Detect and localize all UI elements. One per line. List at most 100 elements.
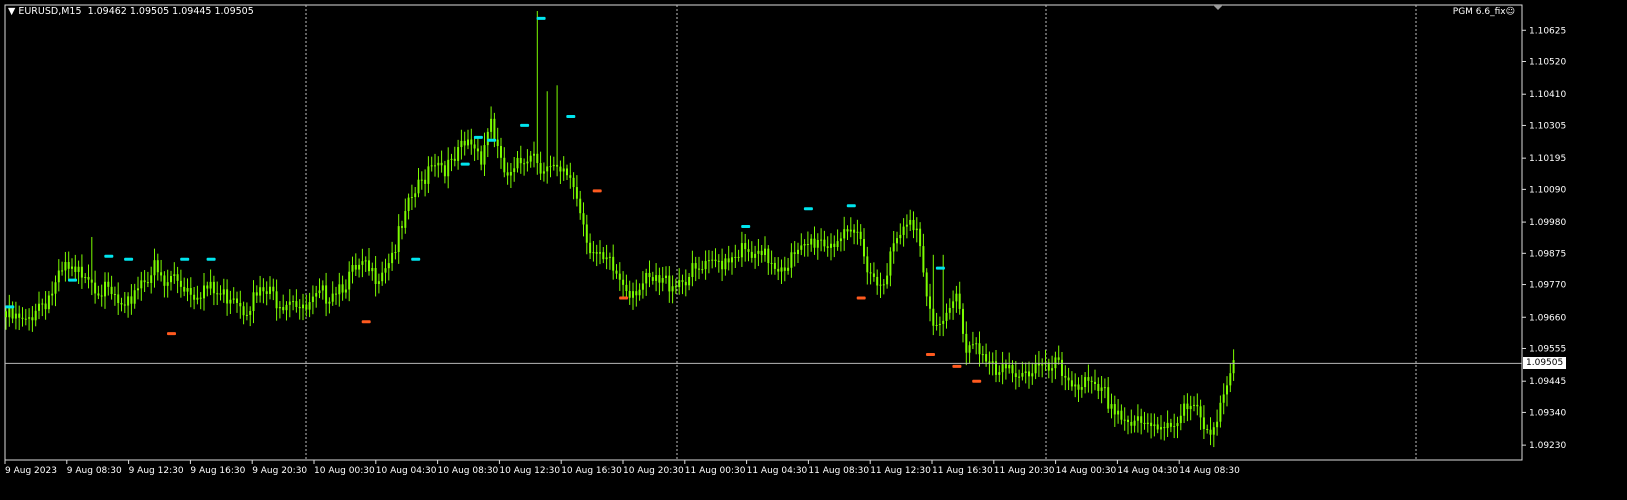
candle-body — [701, 269, 704, 271]
chart-shift-marker[interactable] — [1213, 5, 1223, 10]
candle-body — [34, 310, 37, 321]
candlestick-chart[interactable]: 1.10625 1.10520 1.10410 1.10305 1.10195 1.100… — [0, 0, 1627, 500]
candle-body — [826, 246, 829, 248]
candle-body — [150, 275, 153, 283]
candle-body — [694, 263, 697, 269]
candle-body — [513, 168, 516, 173]
candle-body — [509, 172, 512, 176]
candle-body — [302, 304, 304, 309]
candle-body — [628, 291, 631, 298]
candle-body — [14, 313, 17, 319]
y-axis-tick-label: 1.10520 — [1529, 58, 1566, 68]
candle-body — [866, 256, 869, 273]
candle-body — [1209, 429, 1212, 435]
candle-body — [262, 287, 265, 292]
candle-body — [724, 258, 727, 270]
candle-body — [1080, 387, 1083, 390]
candle-body — [813, 238, 816, 248]
candle-body — [203, 285, 205, 299]
candle-body — [773, 262, 776, 269]
candle-body — [592, 252, 595, 254]
candle-body — [473, 144, 476, 149]
candle-body — [255, 292, 258, 296]
candle-body — [21, 317, 24, 319]
candle-body — [909, 219, 912, 225]
candle-body — [100, 295, 103, 297]
candle-body — [226, 289, 229, 304]
candle-body — [872, 273, 875, 277]
candle-body — [463, 140, 466, 146]
candle-body — [783, 267, 786, 271]
y-axis-tick-label: 1.09445 — [1529, 377, 1566, 387]
swing-low-marker — [361, 320, 371, 324]
candle-body — [717, 260, 720, 262]
candle-body — [358, 264, 361, 270]
candle-body — [1070, 380, 1073, 387]
indicator-label: PGM 6.6_fix☺ — [1453, 7, 1515, 17]
x-axis-tick-label: 11 Aug 04:30 — [747, 466, 808, 476]
candle-body — [793, 252, 796, 255]
candle-body — [414, 193, 417, 198]
candle-body — [278, 307, 281, 309]
candle-body — [137, 288, 139, 291]
candle-body — [440, 162, 443, 166]
chart-window[interactable]: 1.10625 1.10520 1.10410 1.10305 1.10195 1.100… — [0, 0, 1627, 500]
candle-body — [117, 294, 120, 303]
candle-body — [371, 267, 374, 272]
candle-body — [915, 228, 918, 231]
swing-low-marker — [972, 379, 982, 383]
smiley-icon[interactable]: ☺ — [1506, 7, 1515, 17]
candle-body — [298, 307, 301, 309]
candle-body — [562, 168, 565, 172]
candle-body — [886, 275, 889, 285]
candle-body — [199, 297, 202, 299]
candle-body — [849, 229, 852, 232]
candle-body — [519, 157, 522, 164]
candle-body — [90, 279, 93, 283]
candle-body — [595, 252, 598, 254]
candle-body — [1133, 420, 1136, 426]
candle-body — [500, 145, 502, 158]
candle-body — [816, 239, 819, 248]
candle-body — [1169, 422, 1172, 427]
swing-low-marker — [926, 352, 935, 356]
candle-body — [787, 267, 790, 271]
candle-body — [401, 226, 403, 228]
candle-body — [107, 281, 110, 287]
candle-body — [526, 161, 529, 164]
candle-body — [133, 290, 136, 304]
swing-high-marker — [124, 257, 134, 261]
candle-body — [1123, 419, 1126, 421]
candle-body — [665, 275, 667, 278]
candle-body — [1011, 365, 1014, 374]
x-axis-tick-label: 10 Aug 20:30 — [623, 466, 684, 476]
candle-body — [1136, 416, 1139, 421]
swing-high-marker — [520, 123, 530, 127]
triangle-down-icon[interactable]: ▼ — [8, 6, 15, 17]
candle-body — [1113, 404, 1116, 415]
candle-body — [361, 261, 364, 265]
candle-body — [24, 318, 27, 320]
candle-body — [1193, 404, 1195, 406]
candle-body — [625, 284, 628, 292]
candle-body — [467, 139, 469, 146]
candle-body — [671, 286, 674, 292]
candle-body — [1222, 394, 1225, 403]
candle-body — [437, 162, 440, 166]
candle-body — [381, 272, 384, 282]
candle-body — [170, 275, 172, 283]
candle-body — [1120, 410, 1123, 420]
candle-body — [1014, 373, 1017, 378]
candle-body — [757, 250, 760, 254]
candle-body — [212, 281, 215, 294]
y-axis-tick-label: 1.09770 — [1529, 281, 1566, 291]
candle-body — [955, 293, 958, 302]
candle-body — [863, 238, 865, 257]
candle-body — [618, 273, 621, 280]
candle-body — [269, 286, 271, 294]
candle-body — [998, 372, 1001, 375]
candle-body — [579, 198, 582, 214]
candle-body — [206, 285, 209, 289]
candle-body — [11, 307, 14, 319]
candle-body — [331, 293, 334, 302]
